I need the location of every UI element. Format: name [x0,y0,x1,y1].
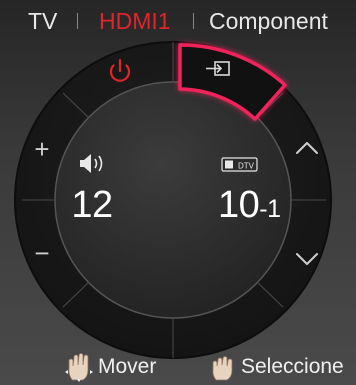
volume-down-button[interactable]: − [34,238,49,268]
hint-select: Seleccione [207,352,344,382]
hint-move: Mover [64,352,156,382]
volume-up-label: + [34,134,49,164]
channel-suffix: -1 [259,195,281,223]
hand-select-icon [212,356,233,381]
hand-move-icon [65,353,93,382]
remote-dial: + − DTV [14,41,332,359]
hint-select-label: Seleccione [241,355,344,378]
channel-display: 10-1 [218,185,288,229]
dtv-icon: DTV [221,157,258,172]
hint-move-label: Mover [98,355,157,378]
volume-display: 12 [66,185,118,225]
volume-value: 12 [71,184,113,226]
dtv-badge-label: DTV [238,162,255,171]
volume-up-button[interactable]: + [34,134,49,164]
channel-number: 10 [218,184,260,226]
volume-down-label: − [34,238,49,268]
